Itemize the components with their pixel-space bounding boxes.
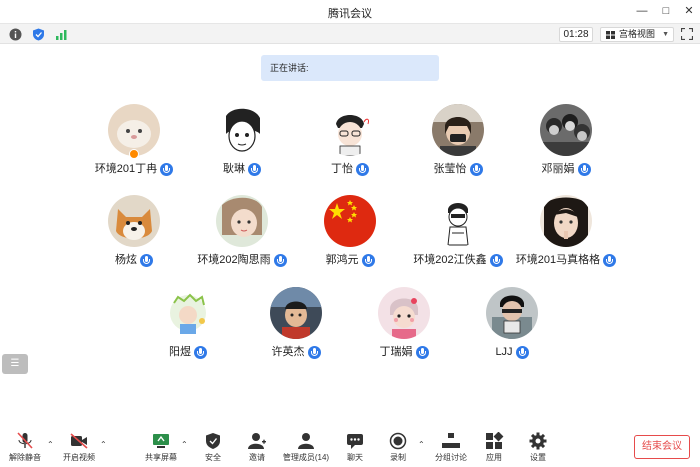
- camera-off-icon: [70, 433, 88, 449]
- close-icon[interactable]: ✕: [680, 3, 698, 19]
- participant-name: 环境202陶思雨: [197, 254, 271, 267]
- start-video-button[interactable]: 开启视频: [57, 432, 101, 466]
- avatar: [270, 287, 322, 339]
- invite-button[interactable]: 邀请: [242, 432, 272, 466]
- apps-icon: [486, 432, 504, 449]
- record-label: 录制: [390, 453, 406, 462]
- add-user-icon: [248, 433, 266, 449]
- avatar: [108, 195, 160, 247]
- participant-name: 邓丽娟: [541, 163, 575, 176]
- view-switch-label: 宫格视图: [619, 29, 656, 39]
- settings-button[interactable]: 设置: [523, 432, 553, 466]
- signal-icon[interactable]: [55, 28, 68, 41]
- breakout-rooms-button[interactable]: 分组讨论: [432, 432, 470, 466]
- share-screen-icon: [153, 434, 169, 448]
- share-screen-button[interactable]: 共享屏幕: [140, 432, 182, 466]
- settings-label: 设置: [530, 453, 546, 462]
- host-badge-icon: [129, 149, 139, 159]
- participant-name: 丁怡: [331, 163, 353, 176]
- end-meeting-button[interactable]: 结束会议: [634, 435, 690, 459]
- unmute-label: 解除静音: [9, 453, 41, 462]
- shield-icon[interactable]: [32, 28, 45, 41]
- unmute-button[interactable]: 解除静音: [2, 432, 48, 466]
- speaking-indicator: 正在讲话:: [261, 55, 439, 81]
- participant-name: 杨炫: [115, 254, 137, 267]
- avatar: [432, 104, 484, 156]
- members-icon: [298, 433, 314, 449]
- maximize-icon[interactable]: □: [657, 3, 675, 19]
- participant-name: 许英杰: [271, 346, 305, 359]
- participant-name: LJJ: [495, 346, 513, 359]
- mic-icon: [361, 253, 375, 267]
- invite-label: 邀请: [249, 453, 265, 462]
- participant-name: 环境201马真格格: [515, 254, 601, 267]
- mic-icon: [603, 253, 617, 267]
- avatar: [324, 195, 376, 247]
- mic-icon: [469, 162, 483, 176]
- participant-name: 郭鸿元: [325, 254, 359, 267]
- security-label: 安全: [205, 453, 221, 462]
- avatar: [324, 104, 376, 156]
- participant-name: 环境202江佚鑫: [413, 254, 487, 267]
- mic-icon: [307, 345, 321, 359]
- member-list-toggle-button[interactable]: ☰: [2, 354, 28, 374]
- avatar: [540, 195, 592, 247]
- mic-muted-icon: [17, 432, 33, 449]
- chevron-up-icon[interactable]: ⌃: [47, 440, 54, 449]
- record-icon: [389, 432, 407, 450]
- avatar: [216, 104, 268, 156]
- shield-icon: [206, 433, 220, 449]
- share-screen-label: 共享屏幕: [145, 453, 177, 462]
- status-bar: 01:28 宫格视图 ▼: [0, 23, 700, 44]
- mic-icon: [194, 345, 207, 359]
- chevron-up-icon[interactable]: ⌃: [100, 440, 107, 449]
- avatar: [378, 287, 430, 339]
- participant-name: 环境201丁冉: [94, 163, 158, 176]
- mic-icon: [356, 162, 369, 176]
- avatar: [486, 287, 538, 339]
- start-video-label: 开启视频: [63, 453, 95, 462]
- security-button[interactable]: 安全: [198, 432, 228, 466]
- participant-name: 张莹怡: [433, 163, 467, 176]
- participant-tile[interactable]: 环境201马真格格: [491, 195, 641, 279]
- avatar: [432, 195, 484, 247]
- mic-icon: [515, 345, 529, 359]
- chevron-down-icon: ▼: [662, 31, 669, 38]
- meeting-timer: 01:28: [559, 27, 593, 42]
- minimize-icon[interactable]: —: [633, 3, 651, 19]
- manage-members-button[interactable]: 管理成员(14): [280, 432, 332, 466]
- avatar: [216, 195, 268, 247]
- title-bar: 腾讯会议 — □ ✕: [0, 0, 700, 23]
- chat-button[interactable]: 聊天: [340, 432, 370, 466]
- meeting-toolbar: 解除静音 ⌃ 开启视频 ⌃ 共享屏幕 ⌃ 安全 邀请 管理成员(14) 聊天 录…: [0, 426, 700, 467]
- apps-button[interactable]: 应用: [479, 432, 509, 466]
- window-title: 腾讯会议: [328, 8, 372, 20]
- mic-icon: [415, 345, 429, 359]
- chevron-up-icon[interactable]: ⌃: [418, 440, 425, 449]
- manage-members-label: 管理成员(14): [282, 453, 330, 462]
- chat-icon: [347, 434, 363, 449]
- participant-name: 耿琳: [223, 163, 245, 176]
- participant-tile[interactable]: 邓丽娟: [491, 104, 641, 188]
- breakout-icon: [442, 433, 460, 448]
- record-button[interactable]: 录制: [383, 432, 413, 466]
- participant-name: 阳煜: [169, 346, 191, 359]
- participant-name: 丁瑞娟: [379, 346, 413, 359]
- mic-icon: [577, 162, 591, 176]
- avatar: [162, 287, 214, 339]
- avatar: [540, 104, 592, 156]
- mic-icon: [140, 253, 153, 267]
- gear-icon: [529, 432, 547, 450]
- view-switch-dropdown[interactable]: 宫格视图 ▼: [600, 27, 674, 42]
- chat-label: 聊天: [347, 453, 363, 462]
- grid-view-icon: [606, 31, 615, 39]
- breakout-rooms-label: 分组讨论: [435, 453, 467, 462]
- participant-tile[interactable]: LJJ: [437, 287, 587, 371]
- fullscreen-icon[interactable]: [681, 28, 693, 40]
- info-icon[interactable]: [9, 28, 22, 41]
- chevron-up-icon[interactable]: ⌃: [181, 440, 188, 449]
- mic-icon: [248, 162, 261, 176]
- apps-label: 应用: [486, 453, 502, 462]
